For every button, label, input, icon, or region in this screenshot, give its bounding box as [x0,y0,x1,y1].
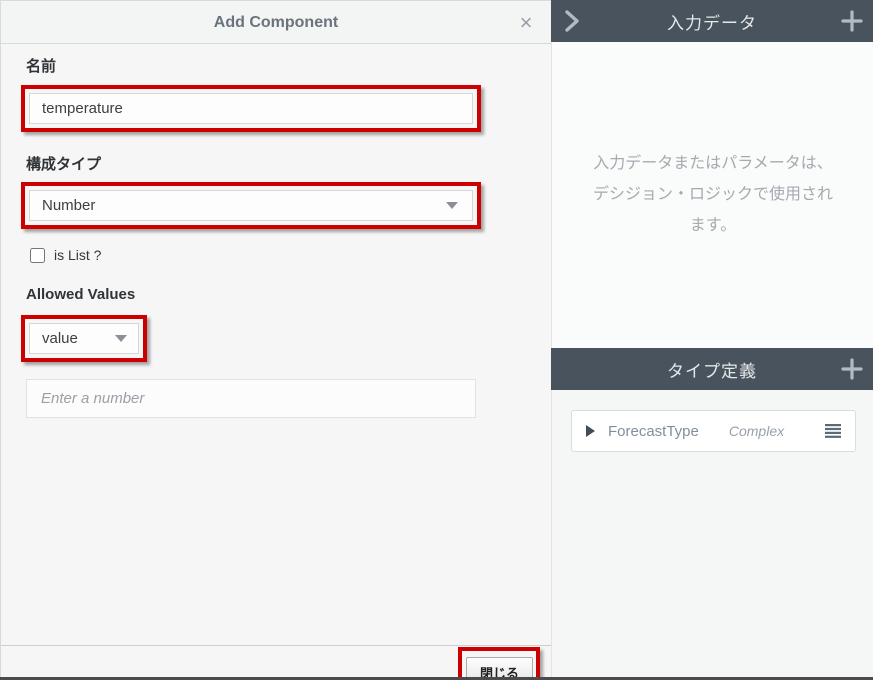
type-name: ForecastType [608,423,699,440]
is-list-checkbox[interactable] [30,248,45,263]
input-data-header: 入力データ [551,0,873,42]
number-value-input[interactable] [26,379,476,418]
config-type-label: 構成タイプ [26,153,101,174]
dialog-header: Add Component × [1,1,551,44]
close-icon[interactable]: × [513,1,539,44]
allowed-values-selected: value [42,330,78,347]
highlight-box-name [21,85,481,132]
type-definitions-body: ForecastType Complex [551,390,873,680]
name-input[interactable] [29,93,473,124]
add-component-dialog: Add Component × 名前 構成タイプ Number is List … [0,0,551,680]
dropdown-caret-icon [446,202,458,209]
type-kind: Complex [729,423,784,439]
is-list-label: is List ? [54,247,101,263]
allowed-values-label: Allowed Values [26,286,135,303]
is-list-row: is List ? [30,247,101,263]
input-data-empty-message: 入力データまたはパラメータは、 デシジョン・ロジックで使用され ます。 [563,148,863,241]
config-type-select[interactable]: Number [29,190,473,221]
config-type-selected-value: Number [42,197,95,214]
type-definitions-header: タイプ定義 [551,348,873,390]
name-field-label: 名前 [26,55,56,76]
highlight-box-config-type: Number [21,182,481,229]
menu-icon[interactable] [825,424,841,438]
add-type-definition-icon[interactable] [837,348,867,390]
dialog-title: Add Component [1,1,551,44]
highlight-box-close-button: 閉じる [458,647,540,680]
input-data-body: 入力データまたはパラメータは、 デシジョン・ロジックで使用され ます。 [551,42,873,348]
input-data-title: 入力データ [551,9,873,34]
add-input-data-icon[interactable] [837,0,867,42]
type-definition-row[interactable]: ForecastType Complex [571,410,856,452]
dialog-footer: 閉じる [1,645,552,680]
highlight-box-allowed-values: value [21,315,147,362]
expand-arrow-icon[interactable] [586,425,595,437]
dropdown-caret-icon [115,335,127,342]
type-definitions-title: タイプ定義 [551,357,873,382]
right-side-panel: 入力データ 入力データまたはパラメータは、 デシジョン・ロジックで使用され ます… [551,0,873,680]
allowed-values-select[interactable]: value [29,323,139,354]
